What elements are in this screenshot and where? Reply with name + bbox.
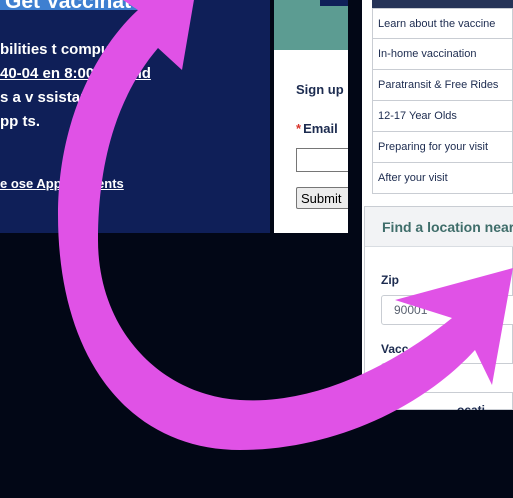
arrow-body xyxy=(58,0,513,450)
curved-arrow-icon xyxy=(58,0,513,450)
